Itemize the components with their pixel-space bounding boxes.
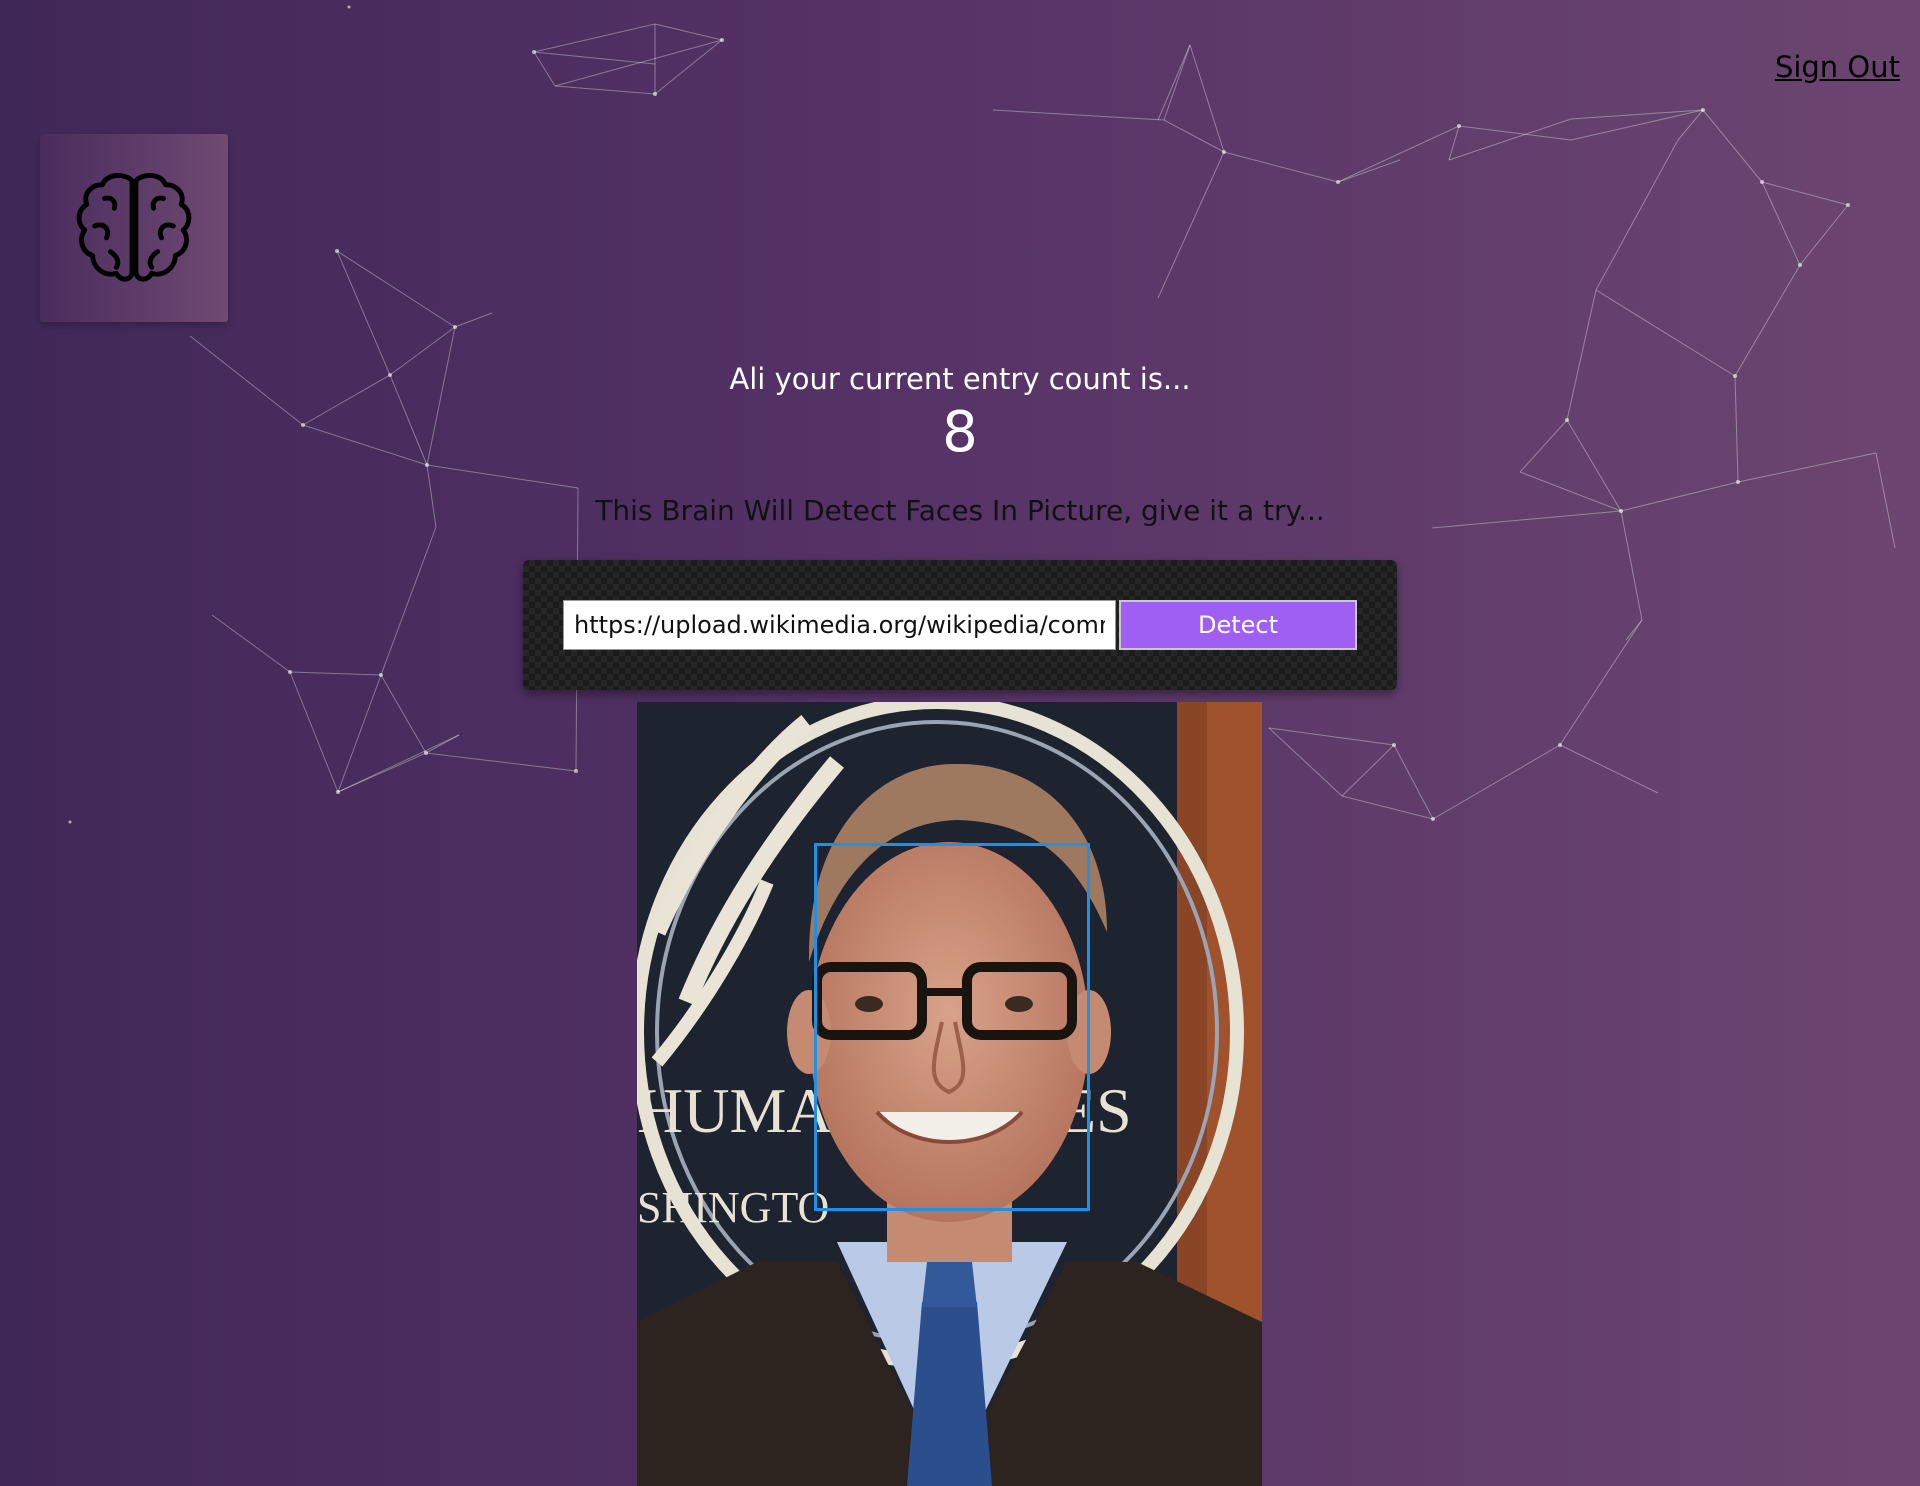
entry-count-value: 8 [942,400,978,465]
svg-text:SHINGTO: SHINGTO [637,1183,829,1232]
tagline: This Brain Will Detect Faces In Picture,… [595,494,1325,527]
image-link-form: Detect [523,560,1397,690]
detect-button[interactable]: Detect [1119,600,1357,650]
face-bounding-box [814,843,1090,1211]
image-url-input[interactable] [563,600,1116,650]
result-image: HUMAN ES SHINGTO [637,702,1262,1486]
logo [40,134,228,322]
entry-count-title: Ali your current entry count is... [729,362,1191,396]
sign-out-link[interactable]: Sign Out [1775,50,1900,84]
brain-icon [76,173,192,282]
